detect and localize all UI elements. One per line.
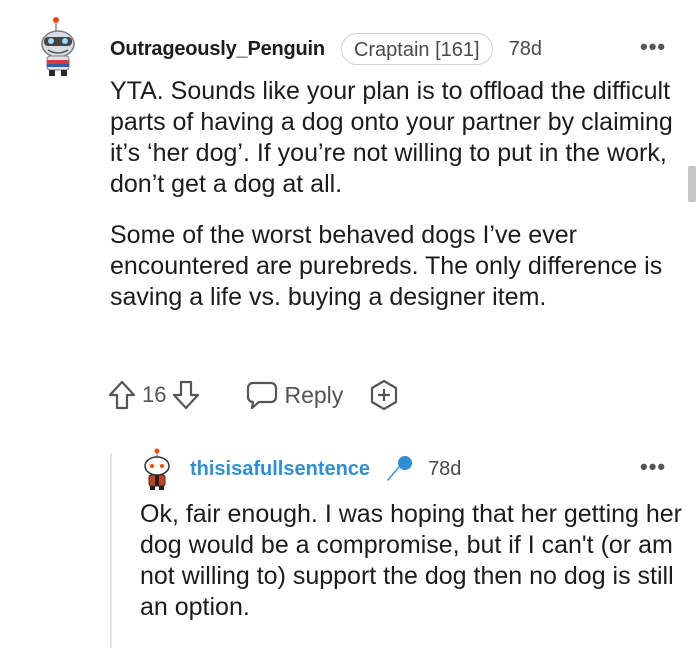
comment-body: YTA. Sounds like your plan is to offload… — [110, 76, 690, 333]
award-icon[interactable] — [369, 379, 399, 411]
timestamp: 78d — [508, 37, 542, 60]
thread-line[interactable] — [110, 453, 112, 648]
microphone-icon — [387, 456, 413, 481]
username[interactable]: thisisafullsentence — [190, 458, 370, 481]
downvote-icon[interactable] — [172, 379, 200, 411]
avatar[interactable] — [34, 16, 86, 78]
scrollbar[interactable] — [688, 166, 696, 202]
timestamp: 78d — [428, 457, 462, 480]
reply-label: Reply — [284, 381, 344, 408]
comment-header: Outrageously_Penguin Craptain [161] 78d — [110, 33, 542, 65]
user-flair: Craptain [161] — [340, 33, 493, 65]
avatar[interactable] — [140, 448, 174, 490]
more-options-icon[interactable]: ••• — [640, 456, 666, 478]
reply-button[interactable]: Reply — [246, 380, 343, 410]
comment-actions: 16 Reply — [108, 375, 399, 415]
more-options-icon[interactable]: ••• — [640, 36, 666, 58]
upvote-icon[interactable] — [108, 379, 136, 411]
reply-body: Ok, fair enough. I was hoping that her g… — [140, 500, 683, 621]
reply-header: thisisafullsentence 78d — [190, 455, 461, 483]
reply-icon — [247, 381, 278, 410]
vote-score: 16 — [142, 382, 167, 407]
username[interactable]: Outrageously_Penguin — [110, 38, 325, 61]
comment-paragraph: YTA. Sounds like your plan is to offload… — [110, 77, 673, 198]
comment-paragraph: Some of the worst behaved dogs I’ve ever… — [110, 221, 663, 311]
